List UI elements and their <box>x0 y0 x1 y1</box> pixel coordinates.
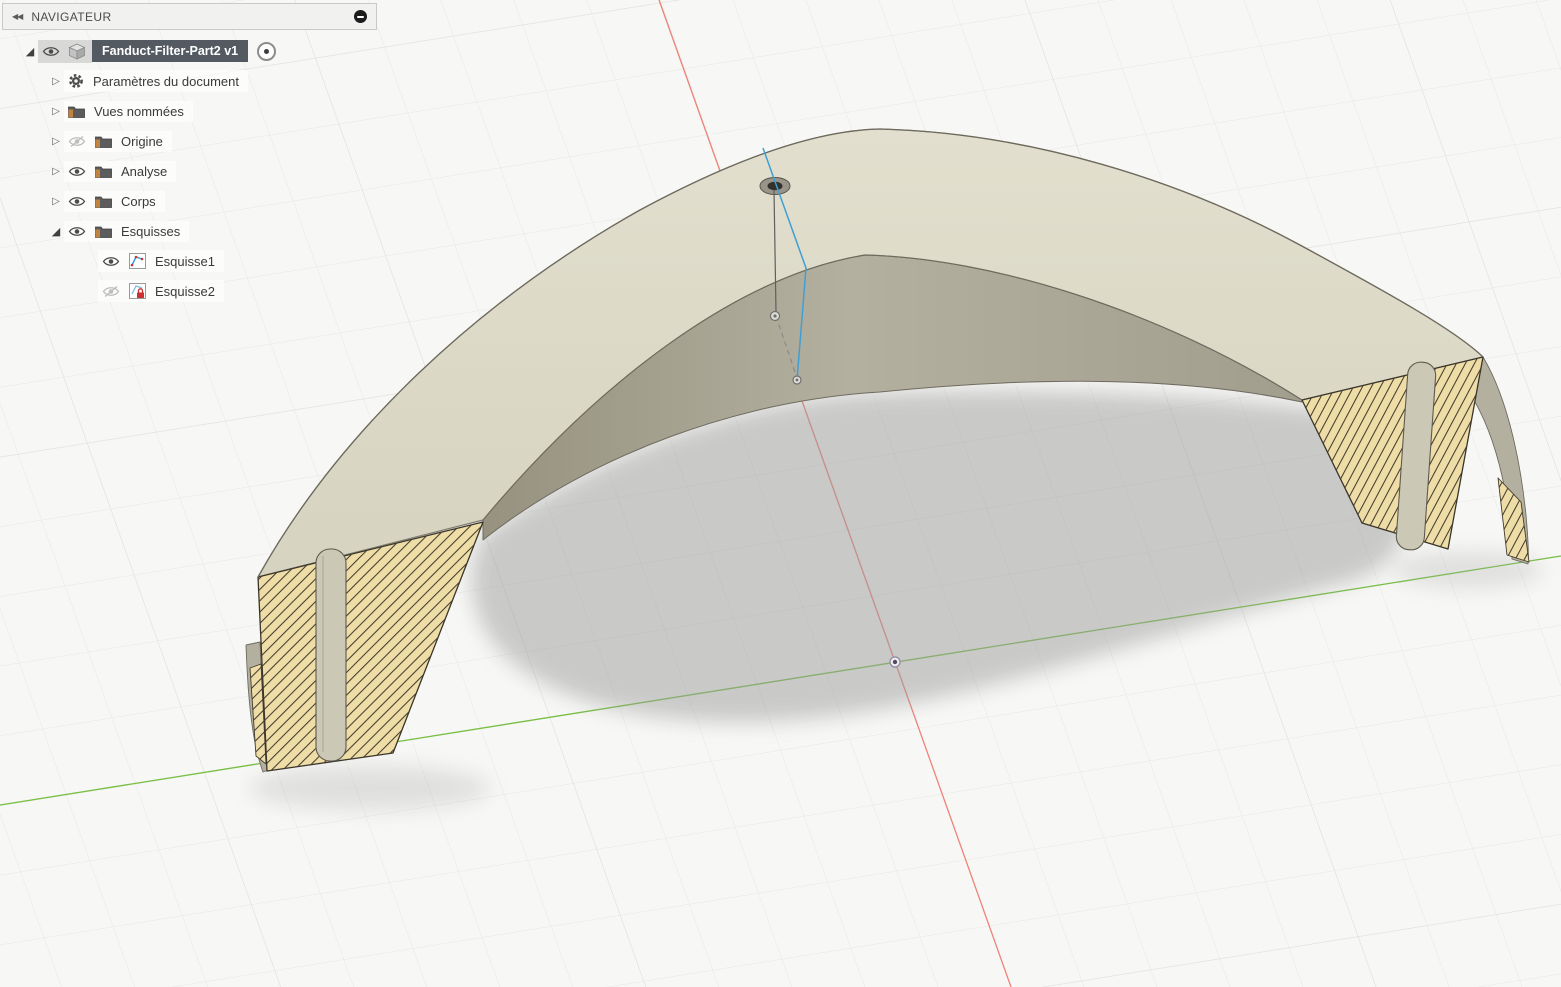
minus-bar <box>357 15 364 18</box>
browser-tree: ◢ Fanduct-Filter-Part2 v1 ▷ Paramètres d… <box>2 36 377 306</box>
tree-item-sketches-folder[interactable]: ◢ Esquisses <box>2 216 377 246</box>
visibility-off-eye-icon[interactable] <box>102 285 120 297</box>
root-icons <box>38 39 92 63</box>
folder-icon <box>95 225 112 238</box>
sketch-icon <box>129 253 146 269</box>
folder-icon <box>68 105 85 118</box>
tree-item-label: Corps <box>121 193 156 209</box>
folder-icon <box>95 195 112 208</box>
sketch-point[interactable] <box>773 314 777 318</box>
tree-item-label: Esquisses <box>121 223 181 239</box>
tree-item-document-settings[interactable]: ▷ Paramètres du document <box>2 66 377 96</box>
left-screw-boss[interactable] <box>315 548 347 762</box>
navigator-panel: ◀◀ NAVIGATEUR ◢ Fanduct-Filter-Part2 v1 <box>2 3 377 306</box>
radio-dot <box>264 48 270 54</box>
expand-arrow-icon[interactable]: ◢ <box>22 45 38 58</box>
tree-item-label: Esquisse2 <box>155 283 215 299</box>
tree-item-sketch2[interactable]: Esquisse2 <box>2 276 377 306</box>
navigator-header[interactable]: ◀◀ NAVIGATEUR <box>2 3 377 30</box>
tree-item-label[interactable]: Fanduct-Filter-Part2 v1 <box>92 40 249 62</box>
tree-item-sketch1[interactable]: Esquisse1 <box>2 246 377 276</box>
navigator-title: NAVIGATEUR <box>31 9 112 24</box>
tree-item-analysis[interactable]: ▷ Analyse <box>2 156 377 186</box>
visibility-eye-icon[interactable] <box>68 196 86 207</box>
visibility-eye-icon[interactable] <box>102 256 120 267</box>
expand-arrow-icon[interactable]: ◢ <box>48 225 64 238</box>
tree-item-bodies[interactable]: ▷ Corps <box>2 186 377 216</box>
folder-icon <box>95 165 112 178</box>
tree-item-label: Paramètres du document <box>93 73 239 89</box>
visibility-off-eye-icon[interactable] <box>68 135 86 147</box>
tree-item-label: Esquisse1 <box>155 253 215 269</box>
collapse-panel-icon[interactable]: ◀◀ <box>12 12 23 21</box>
expand-arrow-icon[interactable]: ▷ <box>48 196 64 207</box>
sketch-locked-icon <box>129 283 146 299</box>
expand-arrow-icon[interactable]: ▷ <box>48 166 64 177</box>
visibility-eye-icon[interactable] <box>42 46 60 57</box>
panel-minimize-icon[interactable] <box>354 10 367 23</box>
folder-icon <box>95 135 112 148</box>
tree-item-label: Vues nommées <box>94 103 184 119</box>
component-cube-icon <box>68 43 86 60</box>
activate-component-radio[interactable] <box>257 41 277 61</box>
gear-icon <box>68 73 84 89</box>
expand-arrow-icon[interactable]: ▷ <box>48 106 64 117</box>
visibility-eye-icon[interactable] <box>68 166 86 177</box>
tree-item-root-component[interactable]: ◢ Fanduct-Filter-Part2 v1 <box>2 36 377 66</box>
tree-item-label: Origine <box>121 133 163 149</box>
sketch-point-2[interactable] <box>795 378 799 382</box>
tree-item-origin[interactable]: ▷ Origine <box>2 126 377 156</box>
origin-point[interactable] <box>892 659 898 665</box>
tree-item-label: Analyse <box>121 163 168 179</box>
visibility-eye-icon[interactable] <box>68 226 86 237</box>
fusion-360-window: ◀◀ NAVIGATEUR ◢ Fanduct-Filter-Part2 v1 <box>0 0 1561 987</box>
expand-arrow-icon[interactable]: ▷ <box>48 76 64 87</box>
tree-item-named-views[interactable]: ▷ Vues nommées <box>2 96 377 126</box>
expand-arrow-icon[interactable]: ▷ <box>48 136 64 147</box>
